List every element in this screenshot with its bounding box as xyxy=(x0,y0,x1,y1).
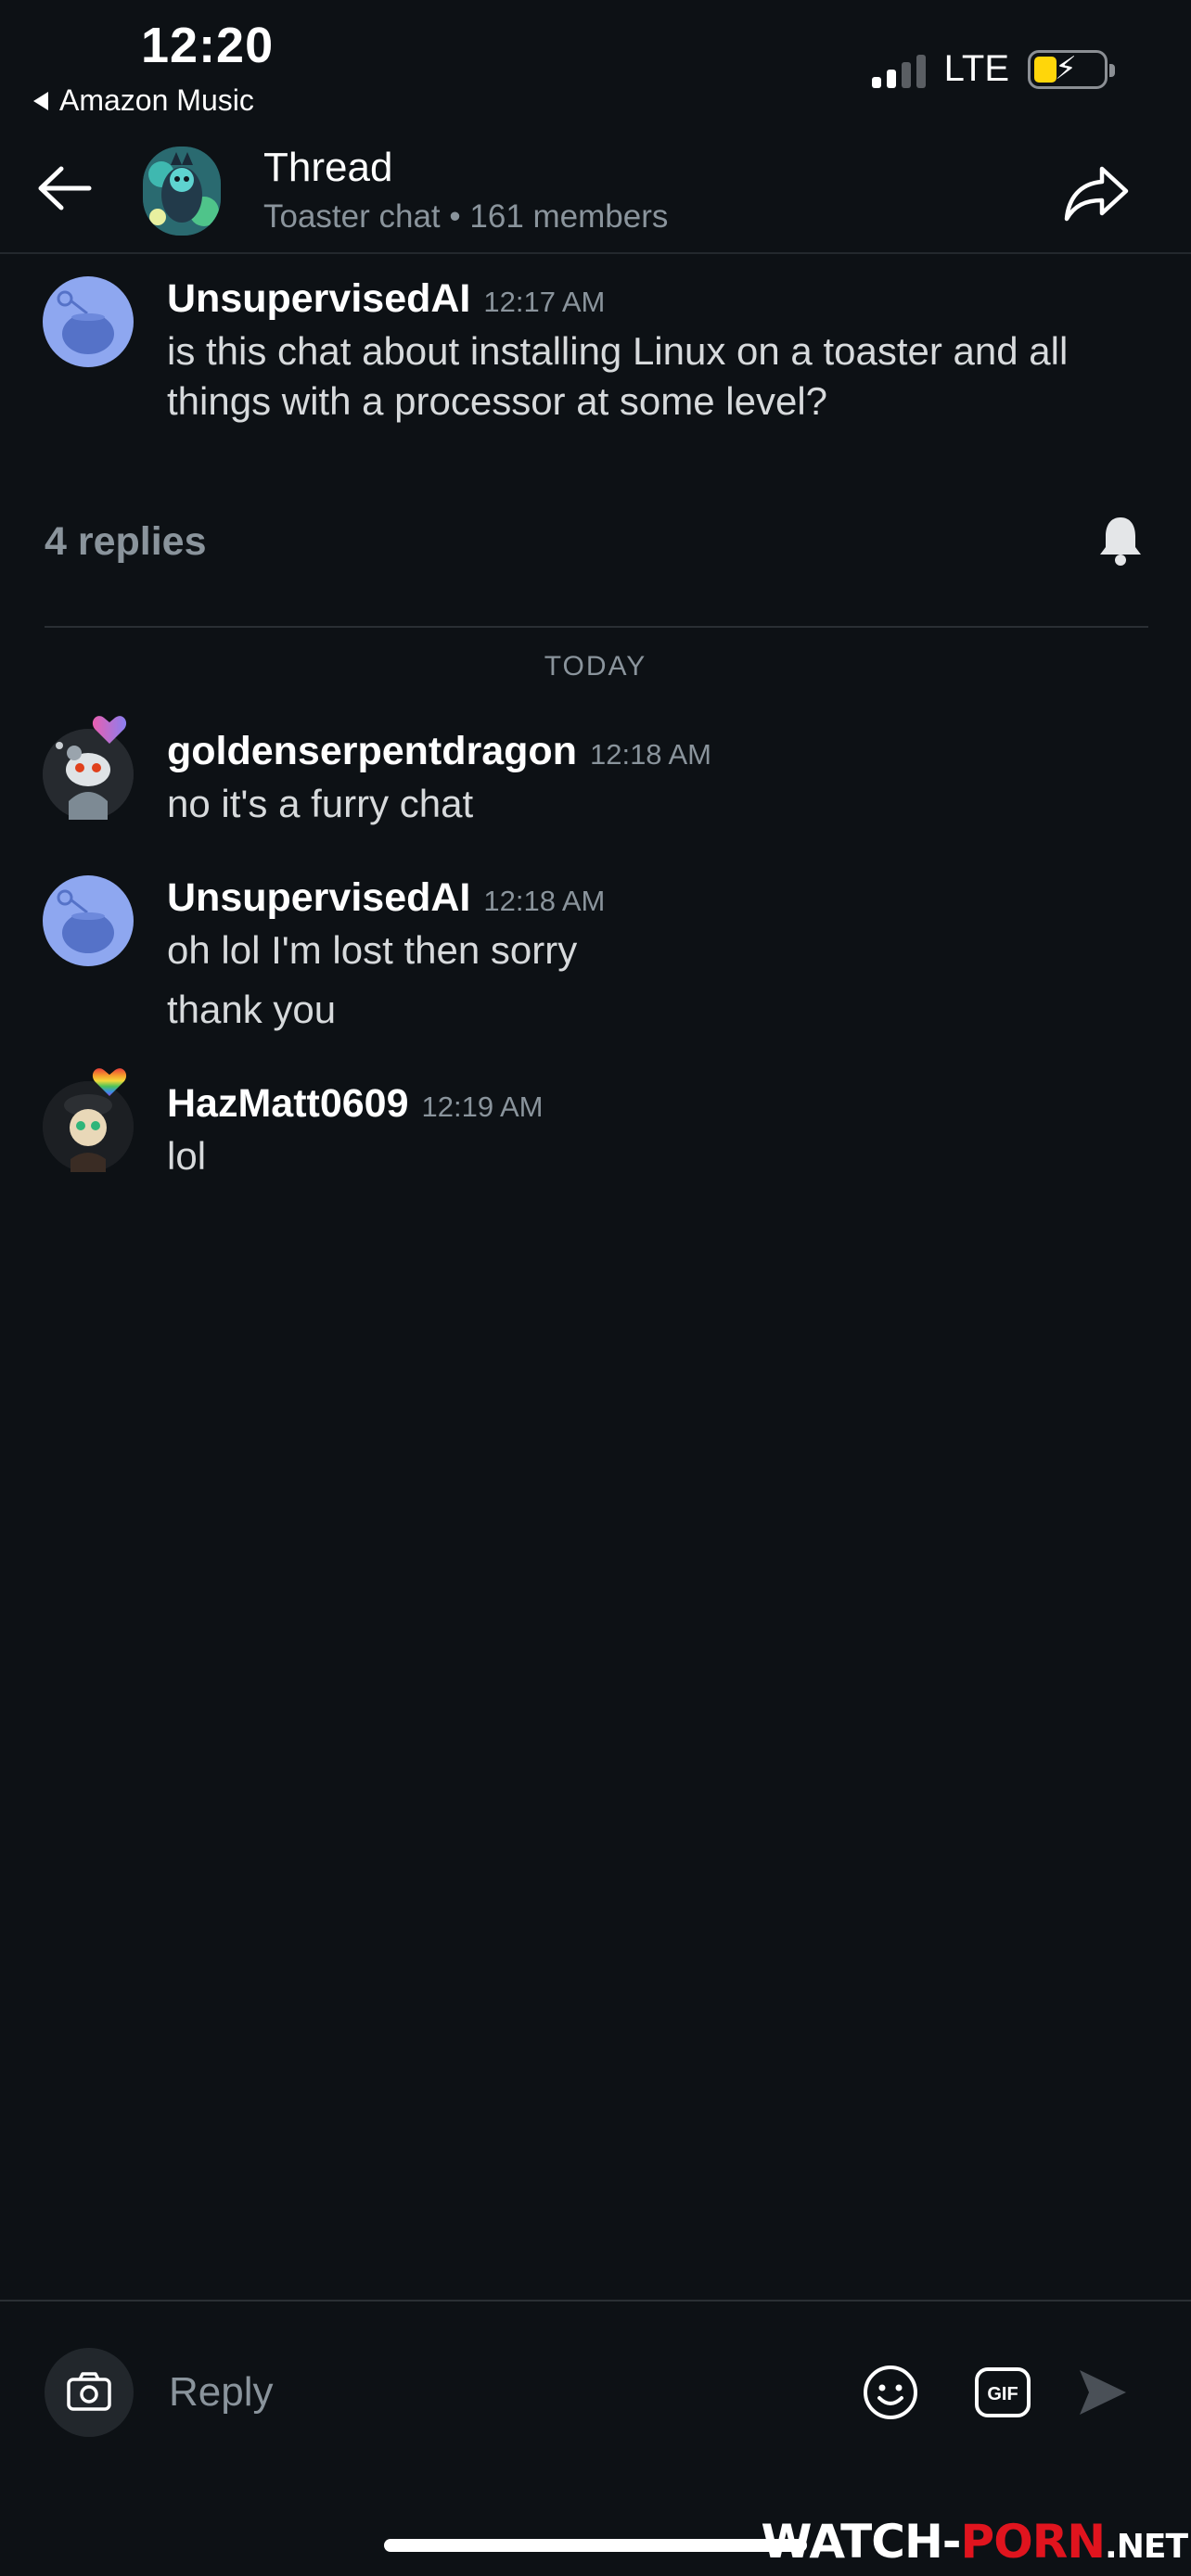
section-divider xyxy=(45,626,1148,628)
heart-badge-icon xyxy=(92,716,127,744)
back-button[interactable] xyxy=(33,156,98,221)
smiley-icon xyxy=(864,2366,917,2419)
bell-icon xyxy=(1100,517,1141,566)
rainbow-heart-badge-icon xyxy=(92,1068,127,1096)
message-text: oh lol I'm lost then sorry xyxy=(167,928,578,972)
message-time: 12:19 AM xyxy=(421,1090,544,1123)
avatar[interactable] xyxy=(43,276,134,367)
username[interactable]: UnsupervisedAI xyxy=(167,276,470,322)
composer-divider xyxy=(0,2300,1191,2302)
gif-label: GIF xyxy=(987,2384,1018,2404)
message-time: 12:18 AM xyxy=(589,738,711,771)
avatar[interactable] xyxy=(43,875,134,966)
message-time: 12:18 AM xyxy=(483,885,606,917)
camera-button[interactable] xyxy=(45,2348,134,2437)
send-icon xyxy=(1080,2370,1126,2415)
message-time: 12:17 AM xyxy=(483,286,606,318)
send-button[interactable] xyxy=(1076,2365,1130,2420)
back-triangle-icon xyxy=(33,91,48,110)
chat-room-avatar[interactable] xyxy=(143,147,221,236)
replies-count: 4 replies xyxy=(45,519,207,564)
username[interactable]: goldenserpentdragon xyxy=(167,729,577,774)
notification-bell-button[interactable] xyxy=(1093,512,1148,567)
emoji-button[interactable] xyxy=(861,2363,920,2422)
message-text: thank you xyxy=(167,988,337,1031)
watermark-part2: PORN xyxy=(960,2515,1106,2569)
gif-button[interactable]: GIF xyxy=(974,2366,1031,2418)
status-time: 12:20 xyxy=(141,18,275,73)
status-indicators: LTE ⚡ xyxy=(871,48,1115,90)
cellular-signal-icon xyxy=(871,51,926,88)
home-indicator[interactable] xyxy=(384,2539,807,2552)
username[interactable]: UnsupervisedAI xyxy=(167,875,470,921)
share-button[interactable] xyxy=(1061,161,1132,226)
camera-icon xyxy=(67,2372,111,2411)
chat-name: Toaster chat xyxy=(263,198,441,235)
thread-header: Thread Toaster chat • 161 members xyxy=(0,139,1191,254)
back-app-label: Amazon Music xyxy=(59,83,254,117)
message-text: lol xyxy=(167,1134,207,1178)
watermark-part3: .NET xyxy=(1105,2528,1188,2566)
subtitle-separator: • xyxy=(449,198,461,235)
day-separator: TODAY xyxy=(544,651,647,682)
arrow-left-icon xyxy=(38,166,92,210)
member-count: 161 members xyxy=(469,198,669,235)
chat-subtitle[interactable]: Toaster chat • 161 members xyxy=(263,198,668,236)
message-text: is this chat about installing Linux on a… xyxy=(167,329,1069,423)
watermark-part1: WATCH- xyxy=(761,2515,961,2569)
network-type: LTE xyxy=(943,48,1009,89)
watermark: WATCH-PORN.NET xyxy=(761,2515,1188,2569)
reply-input[interactable] xyxy=(169,2363,818,2422)
thread-screen: 12:20 Amazon Music LTE ⚡ Thread Toaster … xyxy=(0,0,1191,2576)
back-to-app-link[interactable]: Amazon Music xyxy=(33,83,254,118)
replies-row: 4 replies xyxy=(45,517,1148,612)
gif-icon: GIF xyxy=(975,2367,1031,2417)
message-text: no it's a furry chat xyxy=(167,782,474,825)
share-arrow-icon xyxy=(1064,166,1129,222)
page-title: Thread xyxy=(263,145,393,190)
battery-icon: ⚡ xyxy=(1028,49,1115,89)
username[interactable]: HazMatt0609 xyxy=(167,1081,409,1127)
